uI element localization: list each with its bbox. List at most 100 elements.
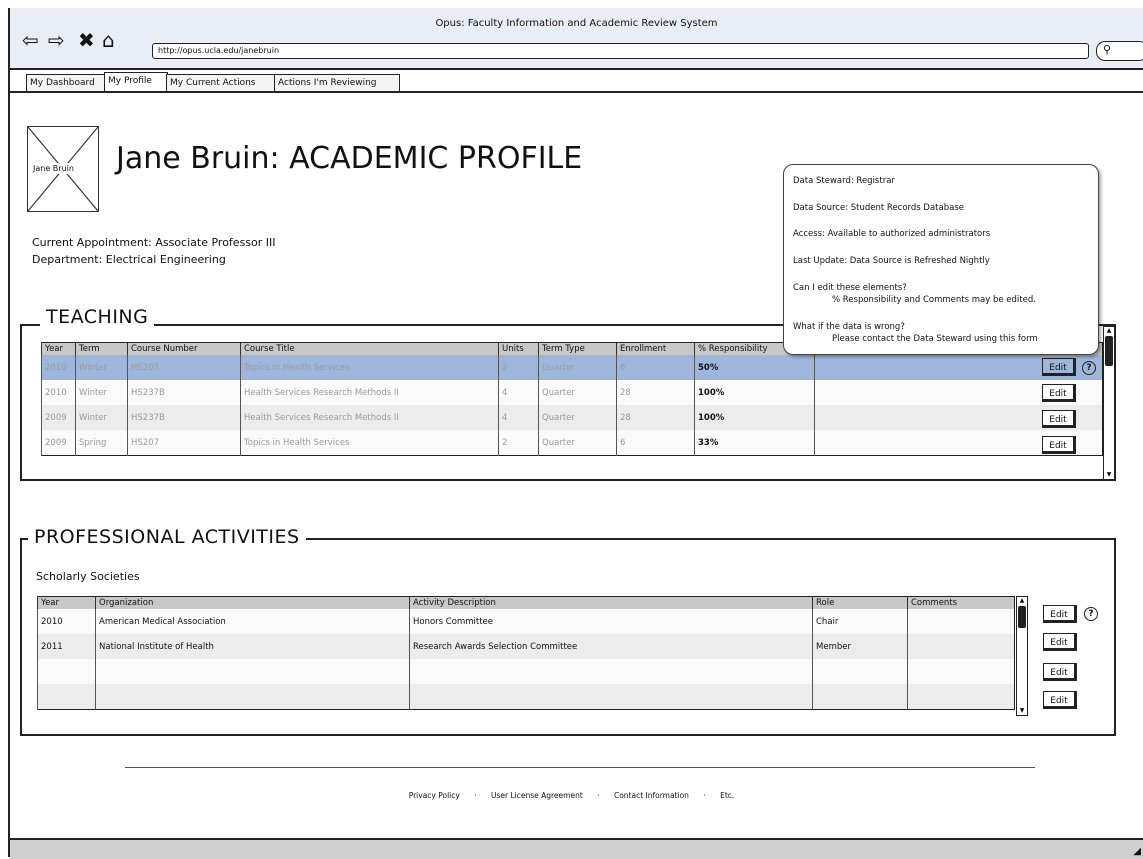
col-units[interactable]: Units — [498, 342, 539, 355]
cell-comments[interactable] — [907, 609, 1015, 634]
table-row[interactable]: 2011 National Institute of Health Resear… — [37, 634, 1015, 659]
cell-term-type: Quarter — [538, 430, 617, 456]
home-icon[interactable]: ⌂ — [102, 30, 115, 50]
help-icon[interactable]: ? — [1082, 361, 1096, 375]
tab-my-current-actions[interactable]: My Current Actions — [166, 74, 278, 91]
col-term[interactable]: Term — [75, 342, 128, 355]
activities-table: Year Organization Activity Description R… — [37, 596, 1015, 710]
cell-course-number: HS207 — [127, 355, 241, 380]
edit-button[interactable]: Edit — [1043, 691, 1077, 709]
cell-enrollment: 28 — [616, 380, 695, 405]
scroll-thumb[interactable] — [1105, 336, 1113, 366]
table-row[interactable] — [37, 659, 1015, 684]
cell-responsibility[interactable]: 100% — [694, 405, 815, 430]
table-row[interactable] — [37, 684, 1015, 710]
cell-year — [37, 684, 96, 710]
scroll-up-icon[interactable]: ▲ — [1104, 327, 1114, 335]
cell-description — [409, 684, 813, 710]
cell-comments[interactable] — [907, 634, 1015, 659]
table-row[interactable]: 2009 Spring HS207 Topics in Health Servi… — [41, 430, 1103, 456]
table-row[interactable]: 2010 Winter HS207 Topics in Health Servi… — [41, 355, 1103, 380]
close-icon[interactable]: ✖ — [78, 30, 95, 50]
cell-term-type: Quarter — [538, 355, 617, 380]
teaching-scrollbar[interactable]: ▲ ▼ — [1103, 326, 1115, 480]
scholarly-societies-heading: Scholarly Societies — [36, 570, 140, 583]
col-organization[interactable]: Organization — [95, 596, 410, 609]
tooltip-edit-answer: % Responsibility and Comments may be edi… — [832, 295, 1036, 305]
cell-responsibility[interactable]: 33% — [694, 430, 815, 456]
tooltip-wrong-answer: Please contact the Data Steward using th… — [832, 334, 1038, 344]
tab-actions-reviewing[interactable]: Actions I'm Reviewing — [274, 74, 400, 91]
activities-header-row: Year Organization Activity Description R… — [37, 596, 1015, 609]
help-icon[interactable]: ? — [1084, 607, 1098, 621]
status-bar: ◢ — [10, 838, 1143, 859]
cell-units: 2 — [498, 430, 539, 456]
page-title: Jane Bruin: ACADEMIC PROFILE — [116, 141, 583, 176]
edit-button[interactable]: Edit — [1042, 358, 1076, 376]
cell-organization: American Medical Association — [95, 609, 410, 634]
cell-responsibility[interactable]: 100% — [694, 380, 815, 405]
scroll-up-icon[interactable]: ▲ — [1017, 597, 1027, 605]
col-role[interactable]: Role — [812, 596, 908, 609]
cell-year: 2010 — [41, 380, 76, 405]
cell-organization — [95, 659, 410, 684]
col-course-number[interactable]: Course Number — [127, 342, 241, 355]
edit-button[interactable]: Edit — [1042, 410, 1076, 428]
cell-course-title: Topics in Health Services — [240, 355, 499, 380]
url-bar[interactable]: http://opus.ucla.edu/janebruin — [152, 43, 1089, 59]
privacy-policy-link[interactable]: Privacy Policy — [409, 791, 460, 800]
back-arrow-icon[interactable]: ⇦ — [22, 30, 39, 50]
footer-separator: · — [597, 791, 600, 800]
tooltip-edit-question: Can I edit these elements? — [793, 283, 907, 293]
table-row[interactable]: 2009 Winter HS237B Health Services Resea… — [41, 405, 1103, 430]
search-icon: ⚲ — [1103, 43, 1112, 56]
cell-course-number: HS207 — [127, 430, 241, 456]
scroll-thumb[interactable] — [1018, 606, 1026, 628]
col-term-type[interactable]: Term Type — [538, 342, 617, 355]
cell-organization — [95, 684, 410, 710]
footer: Privacy Policy · User License Agreement … — [0, 791, 1143, 800]
cell-responsibility[interactable]: 50% — [694, 355, 815, 380]
cell-description: Honors Committee — [409, 609, 813, 634]
tab-my-dashboard[interactable]: My Dashboard — [26, 74, 108, 91]
cell-comments[interactable] — [907, 684, 1015, 710]
browser-titlebar: Opus: Faculty Information and Academic R… — [10, 8, 1143, 70]
cell-term: Winter — [75, 380, 128, 405]
cell-term-type: Quarter — [538, 380, 617, 405]
avatar: Jane Bruin — [27, 126, 99, 212]
table-row[interactable]: 2010 Winter HS237B Health Services Resea… — [41, 380, 1103, 405]
edit-button[interactable]: Edit — [1043, 663, 1077, 681]
tooltip-wrong-question: What if the data is wrong? — [793, 322, 905, 332]
cell-role: Chair — [812, 609, 908, 634]
edit-button[interactable]: Edit — [1043, 605, 1077, 623]
edit-button[interactable]: Edit — [1043, 633, 1077, 651]
cell-year: 2011 — [37, 634, 96, 659]
col-enrollment[interactable]: Enrollment — [616, 342, 695, 355]
tab-my-profile[interactable]: My Profile — [104, 72, 168, 93]
scroll-down-icon[interactable]: ▼ — [1104, 471, 1114, 479]
edit-button[interactable]: Edit — [1042, 384, 1076, 402]
table-row[interactable]: 2010 American Medical Association Honors… — [37, 609, 1015, 634]
cell-course-title: Topics in Health Services — [240, 430, 499, 456]
contact-information-link[interactable]: Contact Information — [614, 791, 689, 800]
forward-arrow-icon[interactable]: ⇨ — [48, 30, 65, 50]
col-comments[interactable]: Comments — [907, 596, 1015, 609]
cell-role — [812, 684, 908, 710]
browser-search-input[interactable]: ⚲ — [1096, 41, 1143, 61]
col-year[interactable]: Year — [41, 342, 76, 355]
etc-link[interactable]: Etc. — [720, 791, 734, 800]
cell-comments[interactable] — [907, 659, 1015, 684]
col-activity-description[interactable]: Activity Description — [409, 596, 813, 609]
col-year[interactable]: Year — [37, 596, 96, 609]
scroll-down-icon[interactable]: ▼ — [1017, 707, 1027, 715]
activities-scrollbar[interactable]: ▲ ▼ — [1016, 596, 1028, 716]
license-agreement-link[interactable]: User License Agreement — [491, 791, 583, 800]
resize-grip-icon[interactable]: ◢ — [1133, 846, 1141, 857]
edit-button[interactable]: Edit — [1042, 436, 1076, 454]
col-course-title[interactable]: Course Title — [240, 342, 499, 355]
tab-divider — [10, 91, 1143, 93]
footer-separator: · — [703, 791, 706, 800]
cell-course-title: Health Services Research Methods II — [240, 405, 499, 430]
cell-term: Winter — [75, 355, 128, 380]
tooltip-steward: Data Steward: Registrar — [793, 176, 895, 186]
